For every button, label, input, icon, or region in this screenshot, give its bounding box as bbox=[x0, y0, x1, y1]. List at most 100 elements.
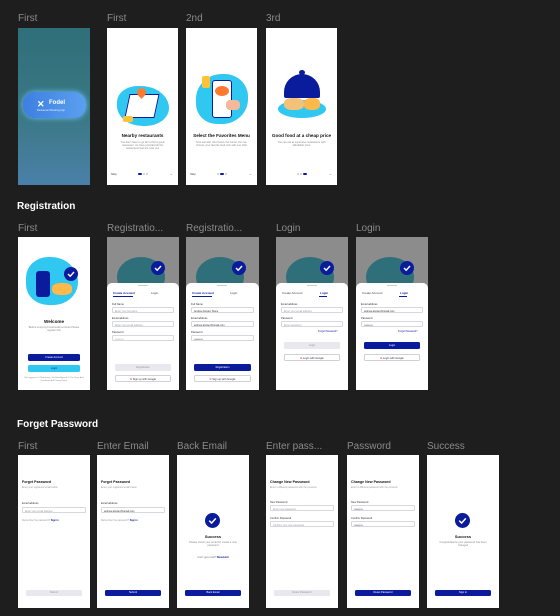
back-email-button[interactable]: Back Email bbox=[185, 590, 241, 596]
check-badge-icon bbox=[64, 267, 78, 281]
onboarding-screen-1: Nearby restaurants You don't have to go … bbox=[107, 28, 178, 185]
full-name-field[interactable]: Andrew Ainsley Stone bbox=[191, 307, 254, 313]
onboarding-screen-3: Good food at a cheap price You can eat a… bbox=[266, 28, 337, 185]
new-password-label: New Password bbox=[270, 501, 288, 504]
tab-login[interactable]: Login bbox=[151, 291, 158, 295]
google-login-button[interactable]: G Login with Google bbox=[364, 354, 420, 361]
phone-menu-illustration-icon bbox=[196, 74, 248, 124]
onboarding-title: Select the Favorites Menu bbox=[193, 133, 250, 138]
frame-label: Login bbox=[276, 223, 301, 234]
next-arrow-icon[interactable]: → bbox=[328, 171, 332, 176]
email-field[interactable]: Enter your email address bbox=[22, 507, 86, 513]
tab-login[interactable]: Login bbox=[320, 291, 328, 295]
brand-badge: ✕ Fodel Restaurant Booking App bbox=[23, 92, 86, 118]
sign-in-button[interactable]: Sign in bbox=[435, 590, 491, 596]
email-label: Email address bbox=[191, 317, 208, 320]
registration-button[interactable]: Registration bbox=[115, 364, 171, 371]
new-password-screen-empty: Change New Password Enter a different pa… bbox=[266, 455, 338, 608]
password-label: Password bbox=[112, 331, 124, 334]
tab-create-account[interactable]: Create Account bbox=[192, 291, 214, 295]
onboarding-title: Nearby restaurants bbox=[121, 133, 164, 138]
registration-button[interactable]: Registration bbox=[194, 364, 251, 371]
reset-password-button[interactable]: Reset Password bbox=[274, 590, 330, 596]
password-field[interactable]: •••••••••• bbox=[361, 321, 423, 327]
terms-text: By Logging In Or Registering, You Have A… bbox=[24, 377, 84, 382]
page-indicator bbox=[217, 173, 227, 175]
login-button[interactable]: Login bbox=[284, 342, 340, 349]
frame-label: Registratio... bbox=[107, 223, 164, 234]
resubmit-text: Can't get email? Resubmit bbox=[197, 556, 229, 559]
page-indicator bbox=[297, 173, 307, 175]
welcome-desc: Before enjoying Foodmedia services Pleas… bbox=[28, 326, 80, 333]
google-login-button[interactable]: G Login with Google bbox=[284, 354, 340, 361]
brand-tagline: Restaurant Booking App bbox=[37, 109, 65, 112]
next-arrow-icon[interactable]: → bbox=[248, 171, 252, 176]
confirm-password-label: Confirm Password bbox=[351, 517, 373, 520]
submit-button[interactable]: Submit bbox=[26, 590, 82, 596]
forgot-password-link[interactable]: Forgot Password? bbox=[318, 330, 337, 333]
success-desc: Congratulations your password has been c… bbox=[439, 541, 487, 548]
section-title-registration: Registration bbox=[17, 201, 76, 212]
check-badge-icon bbox=[400, 261, 414, 275]
login-button[interactable]: Login bbox=[28, 365, 80, 372]
google-signup-button[interactable]: G Sign up with Google bbox=[194, 375, 251, 382]
forget-title: Forget Password bbox=[101, 480, 131, 484]
skip-button[interactable]: Skip bbox=[190, 172, 196, 176]
bottom-sheet: Create Account Login Email address andre… bbox=[356, 283, 428, 390]
success-title: Success bbox=[204, 534, 222, 539]
email-field[interactable]: andrew.ainsley@gmail.com bbox=[101, 507, 165, 513]
email-field[interactable]: andrew.ainsley@gmail.com bbox=[361, 307, 423, 313]
onboarding-title: Good food at a cheap price bbox=[271, 133, 332, 138]
forget-password-screen-empty: Forget Password Enter your registered em… bbox=[18, 455, 90, 608]
email-field[interactable]: Enter your email address bbox=[112, 321, 174, 327]
new-password-field[interactable]: •••••••••• bbox=[351, 505, 415, 511]
remember-text: Remember the password? Sign in bbox=[101, 519, 138, 522]
frame-label: Success bbox=[427, 441, 465, 452]
google-signup-button[interactable]: G Sign up with Google bbox=[115, 375, 171, 382]
frame-label: Registratio... bbox=[186, 223, 243, 234]
next-arrow-icon[interactable]: → bbox=[169, 171, 173, 176]
email-label: Email address bbox=[101, 502, 118, 505]
new-password-title: Change New Password bbox=[270, 480, 310, 484]
confirm-password-field[interactable]: •••••••••• bbox=[351, 521, 415, 527]
new-password-screen-filled: Change New Password Enter a different pa… bbox=[347, 455, 419, 608]
login-button[interactable]: Login bbox=[364, 342, 420, 349]
forgot-password-link[interactable]: Forgot Password? bbox=[398, 330, 417, 333]
reset-password-button[interactable]: Reset Password bbox=[355, 590, 411, 596]
email-field[interactable]: andrew.ainsley@gmail.com bbox=[191, 321, 254, 327]
tab-create-account[interactable]: Create Account bbox=[362, 291, 383, 295]
full-name-field[interactable]: Enter your full name bbox=[112, 307, 174, 313]
resubmit-link[interactable]: Resubmit bbox=[217, 556, 229, 559]
email-label: Email address bbox=[361, 303, 378, 306]
confirm-password-field[interactable]: Confirm your new password bbox=[270, 521, 334, 527]
success-check-icon bbox=[205, 513, 220, 528]
password-field[interactable]: •••••••••• bbox=[112, 335, 174, 341]
welcome-screen: Welcome Before enjoying Foodmedia servic… bbox=[18, 237, 90, 390]
login-screen-filled: Create Account Login Email address andre… bbox=[356, 237, 428, 390]
skip-button[interactable]: Skip bbox=[111, 172, 117, 176]
tab-login[interactable]: Login bbox=[230, 291, 237, 295]
frame-label: First bbox=[18, 441, 38, 452]
new-password-field[interactable]: Enter new password bbox=[270, 505, 334, 511]
submit-button[interactable]: Submit bbox=[105, 590, 161, 596]
password-field[interactable]: •••••••••• bbox=[191, 335, 254, 341]
email-label: Email address bbox=[112, 317, 129, 320]
login-screen-empty: Create Account Login Email address Enter… bbox=[276, 237, 348, 390]
onboarding-desc: You don't have to go far to find a good … bbox=[120, 141, 165, 151]
create-account-button[interactable]: Create Account bbox=[28, 354, 80, 361]
password-label: Password bbox=[281, 317, 293, 320]
sign-in-link[interactable]: Sign in bbox=[130, 519, 138, 522]
email-field[interactable]: Enter your email address bbox=[281, 307, 343, 313]
splash-screen: ✕ Fodel Restaurant Booking App bbox=[18, 28, 90, 185]
tab-login[interactable]: Login bbox=[400, 291, 408, 295]
password-field[interactable]: Enter password bbox=[281, 321, 343, 327]
sign-in-link[interactable]: Sign in bbox=[51, 519, 59, 522]
onboarding-screen-2: Select the Favorites Menu Now eat well, … bbox=[186, 28, 257, 185]
frame-label: First bbox=[18, 223, 38, 234]
success-check-icon bbox=[455, 513, 470, 528]
tab-create-account[interactable]: Create Account bbox=[282, 291, 303, 295]
onboarding-desc: You can eat at expensive restaurants wit… bbox=[277, 141, 326, 148]
tab-create-account[interactable]: Create Account bbox=[113, 291, 135, 295]
bottom-sheet: Create Account Login Full Name Andrew Ai… bbox=[186, 283, 259, 390]
forget-title: Forget Password bbox=[22, 480, 52, 484]
